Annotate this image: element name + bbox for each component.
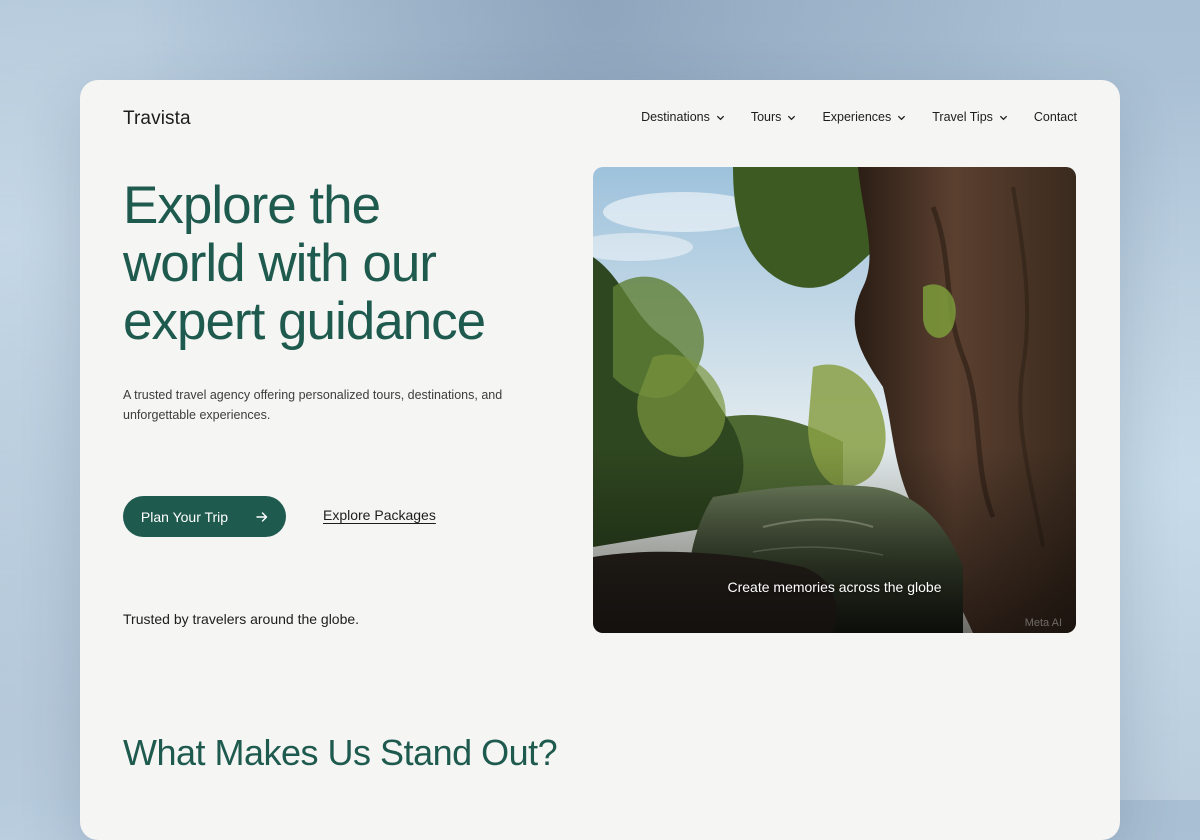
nav-item-label: Travel Tips bbox=[932, 110, 993, 124]
button-label: Plan Your Trip bbox=[140, 508, 229, 525]
nav-item-label: Tours bbox=[750, 110, 782, 124]
hero-headline: Explore the world with our expert guidan… bbox=[123, 177, 563, 351]
landing-page-card: Travista Destinations Tours Experiences … bbox=[80, 80, 1120, 840]
trusted-text: Trusted by travelers around the globe. bbox=[123, 611, 360, 627]
headline-line: Explore the bbox=[123, 176, 381, 235]
section-title: What Makes Us Stand Out? bbox=[123, 732, 558, 773]
chevron-down-icon bbox=[898, 115, 906, 120]
plan-your-trip-button[interactable]: Plan Your Trip bbox=[123, 496, 286, 537]
headline-line: expert guidance bbox=[123, 292, 486, 351]
nav-item-travel-tips[interactable]: Travel Tips bbox=[932, 110, 1008, 124]
nav-item-contact[interactable]: Contact bbox=[1034, 110, 1077, 124]
image-watermark: Meta AI bbox=[1024, 617, 1062, 629]
nav-item-label: Contact bbox=[1033, 110, 1077, 124]
nav-item-tours[interactable]: Tours bbox=[751, 110, 797, 124]
chevron-down-icon bbox=[999, 115, 1008, 120]
main-nav: Destinations Tours Experiences Travel Ti… bbox=[641, 110, 1077, 124]
arrow-right-icon bbox=[256, 511, 268, 522]
chevron-down-icon bbox=[716, 115, 724, 120]
hero-image: Create memories across the globe Meta AI bbox=[593, 167, 1076, 633]
brand-logo[interactable]: Travista bbox=[123, 108, 191, 130]
image-caption: Create memories across the globe bbox=[727, 579, 942, 595]
nav-item-label: Destinations bbox=[641, 110, 710, 124]
landscape-illustration bbox=[593, 167, 1076, 633]
chevron-down-icon bbox=[788, 115, 796, 120]
explore-packages-link[interactable]: Explore Packages bbox=[323, 507, 436, 523]
headline-line: world with our bbox=[123, 234, 437, 293]
nav-item-label: Experiences bbox=[822, 110, 892, 124]
nav-item-destinations[interactable]: Destinations bbox=[641, 110, 725, 124]
hero-subtitle: A trusted travel agency offering persona… bbox=[123, 388, 503, 422]
nav-item-experiences[interactable]: Experiences bbox=[822, 110, 906, 124]
